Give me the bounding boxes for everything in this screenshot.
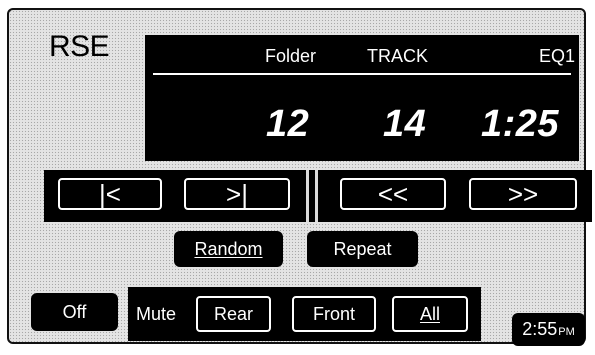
clock: 2:55 PM: [512, 313, 585, 346]
rewind-icon: <<: [377, 179, 409, 209]
elapsed-time: 1:25: [481, 103, 560, 145]
fast-forward-icon: >>: [507, 179, 539, 209]
transport-bar: |< >| << >>: [44, 170, 592, 222]
clock-time: 2:55: [522, 319, 558, 339]
info-divider: [153, 73, 571, 75]
track-label: TRACK: [367, 46, 429, 66]
fast-forward-button[interactable]: >>: [469, 178, 577, 210]
mute-rear-button[interactable]: Rear: [196, 296, 271, 332]
random-button[interactable]: Random: [174, 231, 283, 267]
random-label: Random: [194, 238, 263, 259]
transport-separator: [306, 170, 309, 222]
screen-title: RSE: [49, 30, 110, 63]
mute-label: Mute: [136, 304, 177, 324]
mute-panel: Mute Rear Front All: [128, 287, 481, 341]
front-label: Front: [312, 303, 355, 324]
eq-label: EQ1: [539, 46, 576, 66]
info-panel: Folder TRACK EQ1 12 14 1:25: [145, 35, 579, 161]
next-track-icon: >|: [226, 179, 248, 209]
transport-separator: [315, 170, 318, 222]
folder-number: 12: [266, 103, 310, 145]
repeat-label: Repeat: [333, 238, 392, 259]
rse-screen: RSE Folder TRACK EQ1 12 14 1:25 |< >| <<…: [7, 8, 592, 346]
off-button[interactable]: Off: [31, 293, 118, 331]
previous-track-icon: |<: [99, 179, 121, 209]
track-number: 14: [383, 103, 427, 145]
folder-label: Folder: [265, 46, 317, 66]
mute-front-button[interactable]: Front: [292, 296, 376, 332]
repeat-button[interactable]: Repeat: [307, 231, 418, 267]
rewind-button[interactable]: <<: [340, 178, 446, 210]
mute-all-button[interactable]: All: [392, 296, 468, 332]
clock-meridiem: PM: [558, 326, 575, 338]
rear-label: Rear: [213, 303, 253, 324]
off-label: Off: [62, 301, 87, 322]
previous-track-button[interactable]: |<: [58, 178, 162, 210]
next-track-button[interactable]: >|: [184, 178, 290, 210]
all-label: All: [419, 303, 440, 324]
